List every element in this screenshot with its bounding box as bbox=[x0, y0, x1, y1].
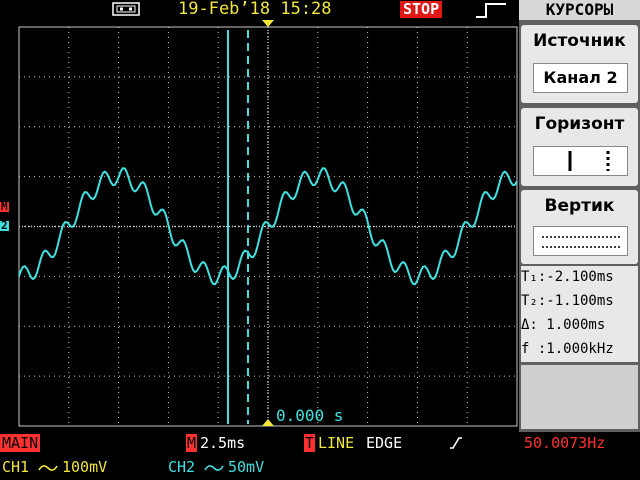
timebase-value: 2.5ms bbox=[200, 434, 246, 452]
readout-delta: Δ: 1.000ms bbox=[521, 317, 606, 333]
timebase-prefix: M bbox=[186, 434, 198, 452]
time-offset-label: 0.000 s bbox=[276, 406, 343, 425]
vertical-label: Вертик bbox=[544, 196, 615, 216]
trigger-source: LINE bbox=[318, 434, 355, 452]
horizontal-button[interactable]: Горизонт bbox=[521, 108, 638, 186]
ch2-scale: 50mV bbox=[228, 458, 265, 476]
graticule bbox=[18, 26, 518, 427]
cursor-menu: КУРСОРЫ Источник Канал 2 Горизонт Вертик bbox=[519, 0, 640, 432]
ch2-ac-coupling-icon bbox=[204, 465, 224, 471]
vertical-button[interactable]: Вертик bbox=[521, 190, 638, 264]
channel-marker-m: M bbox=[0, 200, 9, 213]
readout-t1: T₁:-2.100ms bbox=[521, 269, 614, 285]
readout-t2: T₂:-1.100ms bbox=[521, 293, 614, 309]
trigger-frequency: 50.0073Hz bbox=[524, 434, 606, 452]
ch1-ac-coupling-icon bbox=[38, 465, 58, 471]
bottom-status-bar: MAIN M 2.5ms T LINE EDGE 50.0073Hz CH1 1… bbox=[0, 432, 640, 480]
trigger-prefix: T bbox=[304, 434, 316, 452]
horizontal-cursor-icon bbox=[533, 146, 628, 176]
ch1-scale: 100mV bbox=[62, 458, 108, 476]
main-label: MAIN bbox=[0, 434, 41, 452]
ch2-label: CH2 bbox=[168, 458, 196, 476]
trigger-position-marker-bottom bbox=[262, 419, 274, 426]
scope-display[interactable]: 0.000 s bbox=[0, 0, 520, 480]
horizontal-label: Горизонт bbox=[534, 114, 625, 134]
trigger-type: EDGE bbox=[366, 434, 403, 452]
menu-title: КУРСОРЫ bbox=[519, 0, 640, 20]
source-value: Канал 2 bbox=[533, 63, 628, 93]
vertical-cursor-icon bbox=[533, 226, 628, 256]
menu-empty-slot bbox=[521, 365, 638, 429]
trigger-position-marker-top bbox=[262, 20, 274, 27]
source-button[interactable]: Источник Канал 2 bbox=[521, 25, 638, 103]
ch1-label: CH1 bbox=[2, 458, 30, 476]
channel-marker-2[interactable]: 2 bbox=[0, 220, 9, 231]
source-label: Источник bbox=[533, 31, 626, 51]
readout-frequency: f :1.000kHz bbox=[521, 341, 614, 357]
slope-rising-icon bbox=[450, 437, 462, 449]
